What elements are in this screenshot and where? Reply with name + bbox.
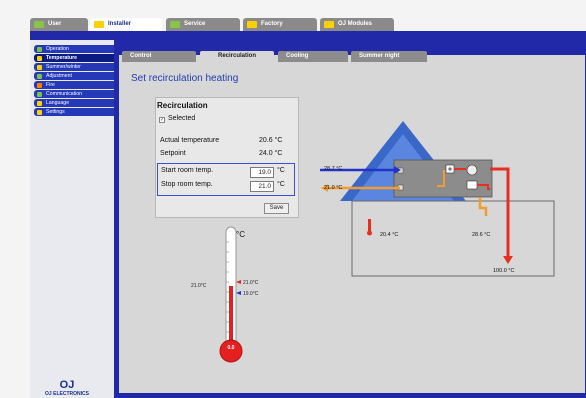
tab-oj-modules[interactable]: OJ Modules (320, 18, 394, 31)
sidebar-item-adjustment[interactable]: Adjustment (34, 72, 114, 80)
tab-recirculation[interactable]: Recirculation (200, 51, 274, 62)
wrench-icon (37, 73, 42, 79)
thermometer-icon (37, 55, 42, 61)
tab-control[interactable]: Control (122, 51, 196, 62)
sidebar-item-label: Settings (46, 109, 65, 115)
tab-service[interactable]: Service (166, 18, 240, 31)
tab-cooling[interactable]: Cooling (278, 51, 348, 62)
sidebar-item-label: Fire (46, 82, 55, 88)
installer-icon (94, 21, 104, 28)
stop-temp-unit: °C (277, 181, 285, 188)
network-icon (37, 91, 42, 97)
selected-checkbox[interactable]: ✓ (159, 117, 165, 123)
sidebar-item-fire[interactable]: Fire (34, 81, 114, 89)
tab-oj-modules-label: OJ Modules (338, 21, 373, 27)
house-diagram (320, 121, 555, 277)
thermometer-bulb-value: 0.0 (227, 345, 235, 351)
start-temp-label: Start room temp. (161, 167, 214, 174)
folder-icon (37, 109, 42, 115)
stop-temp-label: Stop room temp. (161, 181, 213, 188)
tab-installer[interactable]: Installer (90, 18, 162, 31)
fire-icon (37, 82, 42, 88)
top-tab-bar: User Installer Service Factory OJ Module… (30, 18, 586, 31)
user-icon (34, 21, 44, 28)
sidebar: Operation Temperature Summer/winter Adju… (30, 40, 114, 398)
sidebar-item-label: Communication (46, 91, 83, 97)
house-body (351, 200, 555, 277)
panel-title: Recirculation (157, 101, 208, 110)
sidebar-item-label: Temperature (46, 55, 78, 61)
thermometer-low-label: 19.0°C (243, 291, 259, 297)
sun-icon (37, 64, 42, 70)
thermometer-bulb (219, 339, 243, 363)
low-marker-icon (236, 291, 241, 295)
stop-temp-input[interactable]: 21.0 (250, 181, 274, 192)
sidebar-item-operation[interactable]: Operation (34, 45, 114, 53)
sidebar-item-label: Language (46, 100, 70, 106)
modules-icon (324, 21, 334, 28)
logo-text: OJ ELECTRONICS (45, 391, 89, 397)
sidebar-item-temperature[interactable]: Temperature (34, 54, 114, 62)
sidebar-item-communication[interactable]: Communication (34, 90, 114, 98)
sidebar-item-label: Operation (46, 46, 69, 52)
sidebar-item-label: Summer/winter (46, 64, 81, 70)
oj-logo: OJ OJ ELECTRONICS (32, 380, 102, 398)
heat-exchanger-icon (466, 180, 478, 190)
gear-icon (37, 46, 42, 52)
tab-user[interactable]: User (30, 18, 88, 31)
outlet-temp-label: 100.0 °C (493, 268, 515, 274)
setpoint-value: 24.0 °C (259, 150, 283, 157)
tab-installer-label: Installer (108, 21, 132, 27)
sidebar-item-summer-winter[interactable]: Summer/winter (34, 63, 114, 71)
save-button[interactable]: Save (264, 203, 289, 214)
high-marker-icon (236, 280, 241, 284)
page-title: Set recirculation heating (131, 73, 239, 84)
setpoint-label: Setpoint (160, 150, 186, 157)
thermometer-mercury (229, 286, 233, 348)
sidebar-item-label: Adjustment (46, 73, 72, 79)
sidebar-item-settings[interactable]: Settings (34, 108, 114, 116)
selected-label: Selected (168, 115, 196, 122)
logo-mark: OJ (59, 379, 75, 391)
thermometer-high-label: 21.0°C (243, 280, 259, 286)
duct-temp-label: 28.6 °C (472, 232, 491, 238)
tab-service-label: Service (184, 21, 206, 27)
start-temp-input[interactable]: 19.0 (250, 167, 274, 178)
tab-factory-label: Factory (261, 21, 283, 27)
tab-factory[interactable]: Factory (243, 18, 317, 31)
thermometer-unit: °C (236, 230, 245, 239)
room-thermometer-icon (368, 219, 371, 231)
service-icon (170, 21, 180, 28)
tab-user-label: User (48, 21, 62, 27)
thermometer-current-label: 21.0°C (191, 283, 207, 289)
return-temp-label: 21.0 °C (324, 185, 343, 191)
actual-temp-label: Actual temperature (160, 137, 220, 144)
factory-icon (247, 21, 257, 28)
fan-icon (466, 164, 478, 176)
room-temp-label: 20.4 °C (380, 232, 399, 238)
flag-icon (37, 100, 42, 106)
start-temp-unit: °C (277, 167, 285, 174)
tab-summer-night[interactable]: Summer night (351, 51, 427, 62)
sidebar-item-language[interactable]: Language (34, 99, 114, 107)
supply-temp-label: 28.7 °C (324, 166, 343, 172)
actual-temp-value: 20.6 °C (259, 137, 283, 144)
